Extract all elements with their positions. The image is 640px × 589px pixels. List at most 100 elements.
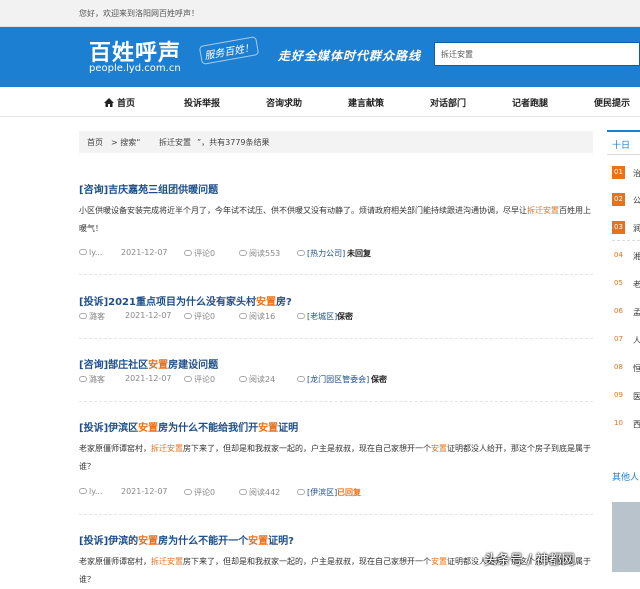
read-count: 阅读24 [249,375,276,384]
site-slogan: 走好全媒体时代群众路线 [278,49,422,63]
author: 潞客 [89,375,105,384]
excerpt-keyword: 拆迁安置 [151,444,183,453]
rank-item[interactable]: 老 [633,279,640,290]
divider [612,240,640,241]
breadcrumb-count: ”，共有3779条结果 [197,138,270,147]
home-icon [104,98,114,107]
nav-item-suggest[interactable]: 建言献策 [348,96,384,109]
author: 潞客 [89,312,105,321]
title-keyword: 安置 [138,423,159,434]
title-keyword: 安置 [148,360,169,371]
rank-number: 04 [614,251,623,259]
rank-item[interactable]: 恒 [633,363,640,374]
article-title[interactable]: [咨询]吉庆嘉苑三组团供暖问题 [79,181,218,196]
main-nav: 首页 投诉举报 咨询求助 建言献策 对话部门 记者跑腿 便民提示 [0,88,640,117]
title-text: [投诉]伊滨的 [79,536,139,547]
doc-icon [297,250,305,256]
category-link[interactable]: [热力公司] [307,249,345,258]
article-title[interactable]: [投诉]伊滨的安置房为什么不能开一个安置证明? [79,532,294,547]
nav-item-reporter[interactable]: 记者跑腿 [512,96,548,109]
user-icon [79,376,87,382]
nav-item-consult[interactable]: 咨询求助 [266,96,302,109]
article-excerpt: 小区供暖设备安装完成将近半个月了，今年试不试压、供不供暖又没有动静了。烦请政府相… [79,202,593,238]
article-meta: 潞客 2021-12-07 评论0 阅读24 [龙门园区管委会] 保密 [79,374,593,386]
rank-number: 07 [614,335,623,343]
reply-status: 保密 [337,312,353,321]
nav-item-dialogue[interactable]: 对话部门 [430,96,466,109]
excerpt-text: 小区供暖设备安装完成将近半个月了，今年试不试压、供不供暖又没有动静了。烦请政府相… [79,206,527,215]
title-text: [投诉]伊滨区 [79,423,139,434]
nav-item-complaint[interactable]: 投诉举报 [184,96,220,109]
sidebar-heading-2: 其他人 [612,473,640,483]
greeting-text: 您好，欢迎来到洛阳网百姓呼声！ [79,9,199,18]
user-icon [79,249,87,255]
comment-count: 评论0 [194,375,216,384]
article-title[interactable]: [投诉]伊滨区安置房为什么不能给我们开安置证明 [79,419,298,434]
excerpt-keyword: 拆迁安置 [527,206,559,215]
category-link[interactable]: [伊滨区] [307,488,337,497]
comment-icon [184,376,192,382]
comment-icon [184,313,192,319]
read-count: 阅读16 [249,312,276,321]
title-keyword: 安置 [248,536,269,547]
sidebar-heading-text: 十日 [612,141,631,151]
nav-item-label: 首页 [117,99,136,109]
rank-number: 06 [614,307,623,315]
nav-item-home[interactable]: 首页 [104,96,135,109]
title-keyword: 安置 [138,536,159,547]
read-count: 阅读442 [249,488,281,497]
comment-icon [184,489,192,495]
excerpt-text: 房下来了，但却是和我叔家一起的，户主是叔叔，现在自己家想开一个 [183,557,431,566]
rank-number: 01 [612,166,625,179]
title-text: 房为什么不能开一个 [158,536,249,547]
top-bar: 您好，欢迎来到洛阳网百姓呼声！ [0,0,640,27]
title-keyword: 安置 [255,297,276,308]
comment-count: 评论0 [194,249,216,258]
rank-item[interactable]: 西 [633,419,640,430]
article-title[interactable]: [咨询]郜庄社区安置房建设问题 [79,356,218,371]
doc-icon [297,376,305,382]
logo-tagline: 服务百姓！ [198,36,260,65]
title-keyword: 安置 [258,423,279,434]
eye-icon [239,376,247,382]
excerpt-keyword: 安置 [431,444,447,453]
excerpt-text: 房下来了，但却是和我叔家一起的，户主是叔叔，现在自己家想开一个 [183,444,431,453]
sidebar-thumbnail[interactable] [612,502,640,572]
author: ly... [89,487,103,496]
rank-item[interactable]: 公 [633,195,640,206]
doc-icon [297,489,305,495]
breadcrumb-home[interactable]: 首页 [87,137,103,148]
title-text: [投诉]2021重点项目为什么没有家头村 [79,297,256,308]
site-url: people.lyd.com.cn [89,63,181,74]
breadcrumb-keyword: 拆迁安置 [159,138,191,147]
title-text: 房为什么不能给我们开 [158,423,259,434]
excerpt-keyword: 安置 [431,557,447,566]
date: 2021-12-07 [121,487,168,496]
read-count: 阅读553 [249,249,281,258]
rank-item[interactable]: 湘 [633,251,640,262]
rank-item[interactable]: 治 [633,168,640,179]
user-icon [79,313,87,319]
rank-item[interactable]: 涧 [633,223,640,234]
author: ly... [89,248,103,257]
comment-icon [184,250,192,256]
rank-item[interactable]: 孟 [633,307,640,318]
nav-item-tips[interactable]: 便民提示 [594,96,630,109]
title-text: 房? [275,297,292,308]
article-title[interactable]: [投诉]2021重点项目为什么没有家头村安置房? [79,293,292,308]
eye-icon [239,250,247,256]
rank-item[interactable]: 人 [633,335,640,346]
user-icon [79,488,87,494]
watermark: 头条号 / 神都网 [484,553,575,568]
comment-count: 评论0 [194,488,216,497]
rank-item[interactable]: 医 [633,391,640,402]
search-input[interactable]: 拆迁安置 [434,42,640,66]
comment-count: 评论0 [194,312,216,321]
date: 2021-12-07 [121,248,168,257]
category-link[interactable]: [龙门园区管委会] [307,375,369,384]
excerpt-text: 老家原僵师谭窑村， [79,557,151,566]
site-banner: 百姓呼声 服务百姓！ people.lyd.com.cn 走好全媒体时代群众路线… [0,27,640,87]
eye-icon [239,489,247,495]
divider [79,514,593,515]
category-link[interactable]: [老城区] [307,312,337,321]
